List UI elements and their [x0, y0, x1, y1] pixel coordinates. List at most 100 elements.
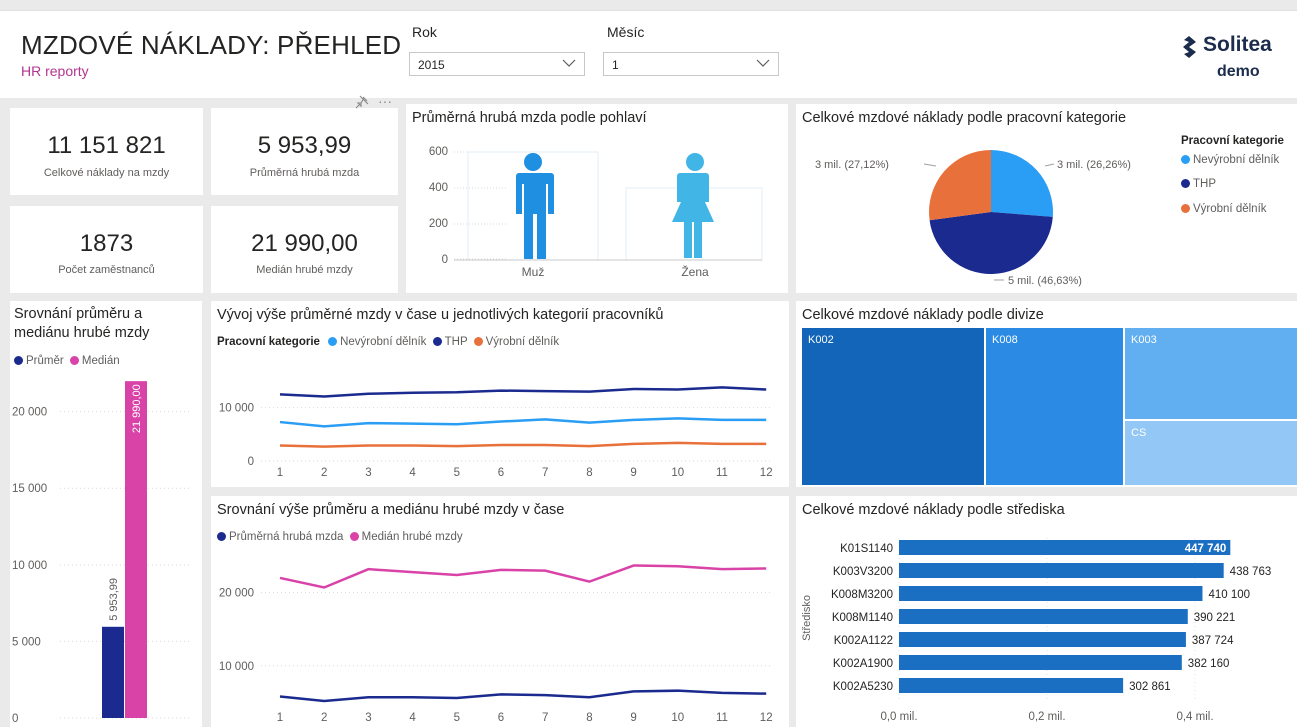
month-slicer-label: Měsíc — [607, 24, 645, 40]
pie-canvas: 3 mil. (26,26%) 5 mil. (46,63%) 3 mil. (… — [815, 150, 1131, 287]
bar-category-label: K008M3200 — [831, 589, 893, 601]
x-tick: 12 — [760, 712, 773, 724]
month-slicer-value: 1 — [612, 58, 619, 72]
legend-item[interactable]: Výrobní dělník — [1181, 203, 1267, 215]
year-slicer[interactable]: 2015 — [409, 52, 585, 76]
kpi-employee-count[interactable]: 1873 Počet zaměstnanců — [10, 206, 203, 293]
center-cost-canvas: Středisko 0,0 mil. 0,2 mil. 0,4 mil. K01S11… — [801, 538, 1272, 723]
kpi-average-wage[interactable]: 5 953,99 Průměrná hrubá mzda — [211, 108, 398, 195]
page-subtitle: HR reporty — [21, 63, 89, 79]
treemap-cell-k008[interactable]: K008 — [986, 328, 1123, 485]
kpi-total-cost[interactable]: 11 151 821 Celkové náklady na mzdy — [10, 108, 203, 195]
treemap-cell-k002[interactable]: K002 — [802, 328, 984, 485]
bar — [899, 678, 1124, 693]
series-line — [279, 564, 767, 589]
legend-item[interactable]: Nevýrobní dělník — [1181, 154, 1279, 166]
bar — [899, 609, 1188, 624]
y-tick: 20 000 — [12, 407, 47, 419]
category-trend-canvas: 10 00001 2 3 4 5 6 7 8 9 10 11 12 — [219, 386, 773, 479]
bar-data-label: 302 861 — [1129, 681, 1171, 693]
y-tick: 400 — [429, 182, 448, 194]
bar-data-label: 390 221 — [1194, 612, 1236, 624]
x-tick: 4 — [409, 712, 416, 724]
y-tick: 10 000 — [12, 560, 47, 572]
kpi-value: 5 953,99 — [257, 132, 352, 159]
y-tick: 0 — [442, 254, 448, 266]
bar-category-label: K003V3200 — [833, 566, 893, 578]
mean-median-trend-canvas: 20 00010 0001 2 3 4 5 6 7 8 9 10 11 12 — [219, 564, 773, 724]
x-tick: 4 — [409, 467, 416, 479]
x-tick: 8 — [586, 467, 592, 479]
pie-slice — [991, 150, 1053, 217]
gender-wage-chart[interactable]: Průměrná hrubá mzda podle pohlaví 600 40… — [406, 104, 788, 293]
division-treemap[interactable]: Celkové mzdové náklady podle divize K002… — [796, 301, 1297, 487]
category-pie-chart[interactable]: Celkové mzdové náklady podle pracovní ka… — [796, 104, 1297, 293]
x-tick: 2 — [321, 712, 327, 724]
center-cost-bar-chart[interactable]: Celkové mzdové náklady podle střediska S… — [796, 496, 1297, 727]
legend-item[interactable]: THP — [1181, 178, 1216, 190]
x-tick: 7 — [542, 467, 548, 479]
more-options-icon[interactable]: ··· — [378, 93, 392, 109]
x-tick: 9 — [630, 467, 636, 479]
pie-slice — [929, 150, 991, 221]
bar-category-label: K008M1140 — [832, 612, 893, 624]
bar — [899, 632, 1186, 647]
x-tick: 10 — [671, 467, 684, 479]
y-tick: 0 — [12, 713, 18, 725]
x-tick: 12 — [760, 467, 773, 479]
x-tick: Žena — [681, 264, 709, 279]
bar-category-label: K01S1140 — [840, 543, 893, 555]
kpi-label: Medián hrubé mzdy — [256, 264, 353, 276]
x-tick: 5 — [454, 467, 460, 479]
bar-data-label: 410 100 — [1208, 589, 1250, 601]
y-tick: 200 — [429, 218, 448, 230]
bar — [102, 626, 124, 718]
x-tick: 7 — [542, 712, 548, 724]
kpi-value: 21 990,00 — [251, 230, 358, 257]
bar-category-label: K002A1900 — [833, 658, 893, 670]
kpi-label: Průměrná hrubá mzda — [249, 167, 360, 179]
x-tick: 1 — [277, 467, 283, 479]
bar-data-label: 438 763 — [1230, 566, 1272, 578]
treemap-cell-k003[interactable]: K003 — [1125, 328, 1297, 419]
x-tick: 9 — [630, 712, 636, 724]
kpi-value: 1873 — [79, 230, 134, 257]
solitea-logo-icon — [1183, 36, 1196, 58]
series-line — [279, 689, 767, 703]
bar — [899, 586, 1203, 601]
x-tick: 6 — [498, 712, 504, 724]
pin-icon[interactable] — [355, 95, 369, 109]
mean-median-bar-chart[interactable]: Srovnání průměru a mediánu hrubé mzdy Prů… — [10, 301, 202, 727]
month-slicer[interactable]: 1 — [603, 52, 779, 76]
bar-category-label: K002A5230 — [833, 681, 893, 693]
y-tick: 10 000 — [219, 661, 254, 673]
kpi-value: 11 151 821 — [47, 132, 166, 159]
x-tick: 5 — [454, 712, 460, 724]
series-line — [279, 417, 767, 428]
category-trend-chart[interactable]: Vývoj výše průměrné mzdy v čase u jednot… — [211, 301, 789, 487]
bar — [899, 563, 1224, 578]
pie-label: 3 mil. (27,12%) — [815, 159, 889, 171]
x-tick: 3 — [365, 712, 371, 724]
bar — [899, 655, 1182, 670]
bar-data-label: 5 953,99 — [108, 578, 120, 621]
x-tick: 0,4 mil. — [1176, 711, 1213, 723]
x-tick: 0,0 mil. — [880, 711, 917, 723]
bar-data-label: 447 740 — [1185, 543, 1227, 555]
y-tick: 10 000 — [219, 403, 254, 415]
logo-text: Solitea — [1203, 33, 1272, 56]
bar — [899, 540, 1231, 555]
kpi-median-wage[interactable]: 21 990,00 Medián hrubé mzdy — [211, 206, 398, 293]
x-tick: 0,2 mil. — [1028, 711, 1065, 723]
gender-chart-canvas: 600 400 200 0 Muž Žena — [429, 146, 763, 279]
treemap-cell-cs[interactable]: CS — [1125, 421, 1297, 485]
kpi-label: Celkové náklady na mzdy — [43, 167, 170, 179]
mean-median-trend-chart[interactable]: Srovnání výše průměru a mediánu hrubé mz… — [211, 496, 789, 727]
y-tick: 15 000 — [12, 483, 47, 495]
x-tick: 11 — [716, 467, 728, 479]
bar-data-label: 387 724 — [1192, 635, 1234, 647]
x-tick: Muž — [522, 265, 545, 279]
kpi-label: Počet zaměstnanců — [58, 264, 155, 276]
x-tick: 6 — [498, 467, 504, 479]
chart-title: Celkové mzdové náklady podle divize — [802, 307, 1044, 323]
